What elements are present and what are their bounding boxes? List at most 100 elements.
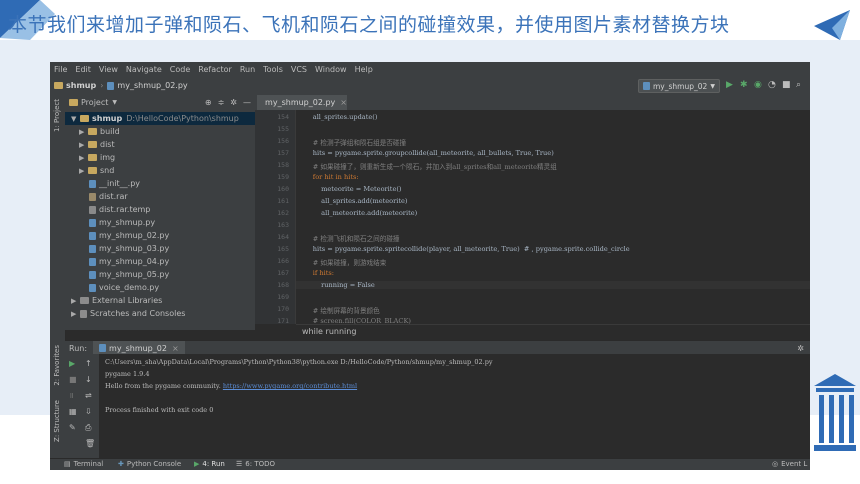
menu-window[interactable]: Window <box>315 65 347 74</box>
search-icon[interactable]: ⌕ <box>796 80 801 90</box>
expand-icon: ▶ <box>79 140 85 149</box>
console-line: Hello from the pygame community. https:/… <box>105 382 357 390</box>
menu-vcs[interactable]: VCS <box>291 65 307 74</box>
tree-file[interactable]: dist.rar.temp <box>89 203 150 216</box>
line-number: 162 <box>277 209 289 217</box>
menu-code[interactable]: Code <box>170 65 190 74</box>
pause-icon[interactable]: ॥ <box>69 392 74 400</box>
python-icon: ✚ <box>118 460 124 468</box>
library-icon <box>80 297 89 304</box>
python-file-icon <box>89 179 96 188</box>
menu-file[interactable]: File <box>54 65 67 74</box>
tree-file[interactable]: __init__.py <box>89 177 140 190</box>
menu-view[interactable]: View <box>99 65 118 74</box>
trash-icon[interactable]: 🗑 <box>85 440 95 448</box>
run-icon[interactable]: ▶ <box>726 80 733 90</box>
print-icon[interactable]: ⎙ <box>85 424 91 432</box>
tree-file[interactable]: my_shmup_04.py <box>89 255 169 268</box>
code-breadcrumb[interactable]: while running <box>296 324 810 337</box>
console-link[interactable]: https://www.pygame.org/contribute.html <box>223 382 357 390</box>
nav-crumb-project[interactable]: shmup <box>54 81 96 90</box>
tree-file[interactable]: my_shmup_05.py <box>89 268 169 281</box>
profile-icon[interactable]: ◔ <box>768 80 776 90</box>
chevron-down-icon: ▼ <box>710 82 715 90</box>
run-tab[interactable]: my_shmup_02 × <box>93 341 185 355</box>
python-file-icon <box>89 231 96 240</box>
event-log-icon: ◎ <box>772 460 779 468</box>
python-file-icon <box>89 218 96 227</box>
stop-icon[interactable]: ■ <box>782 80 791 90</box>
crumb-separator-icon: › <box>100 81 104 90</box>
run-tool-tab[interactable]: ▶ 4: Run <box>194 460 225 468</box>
project-panel-title[interactable]: Project <box>81 98 108 107</box>
todo-icon: ☰ <box>236 460 243 468</box>
line-number: 166 <box>277 257 289 265</box>
hide-panel-icon[interactable]: — <box>243 98 251 107</box>
scratch-icon <box>80 309 87 318</box>
line-number: 161 <box>277 197 289 205</box>
project-tree: ▼ shmup D:\HelloCode\Python\shmup ▶ build… <box>65 110 255 330</box>
menu-refactor[interactable]: Refactor <box>198 65 232 74</box>
terminal-tool-tab[interactable]: ▤ Terminal <box>64 460 103 468</box>
menu-navigate[interactable]: Navigate <box>126 65 162 74</box>
gear-icon[interactable]: ✲ <box>230 98 237 107</box>
nav-crumb-file[interactable]: my_shmup_02.py <box>107 81 188 90</box>
collapse-icon[interactable]: ≑ <box>218 98 225 107</box>
line-number: 157 <box>277 149 289 157</box>
code-line: hits = pygame.sprite.groupcollide(all_me… <box>296 149 554 157</box>
python-console-tool-tab[interactable]: ✚ Python Console <box>118 460 181 468</box>
structure-tool-tab[interactable]: Z: Structure <box>53 400 61 442</box>
pillar-icon <box>814 374 856 451</box>
tree-root[interactable]: ▼ shmup D:\HelloCode\Python\shmup <box>65 112 255 125</box>
python-file-icon <box>89 270 96 279</box>
pin-icon[interactable]: ✎ <box>69 424 76 432</box>
tree-folder[interactable]: ▶ img <box>79 151 115 164</box>
expand-icon: ▶ <box>79 166 85 175</box>
folder-icon <box>88 141 97 148</box>
scroll-to-end-icon[interactable]: ⇩ <box>85 408 92 416</box>
tree-file[interactable]: my_shmup_02.py <box>89 229 169 242</box>
close-icon[interactable]: × <box>172 344 179 353</box>
code-line: for hit in hits: <box>296 173 359 181</box>
stop-icon[interactable]: ■ <box>69 376 77 384</box>
coverage-icon[interactable]: ◉ <box>754 80 762 90</box>
line-number: 156 <box>277 137 289 145</box>
tree-file[interactable]: dist.rar <box>89 190 128 203</box>
run-configuration-select[interactable]: my_shmup_02 ▼ <box>638 79 720 93</box>
code-editor[interactable]: all_sprites.update() # 检测子弹组和陨石组是否碰撞 hit… <box>296 110 810 325</box>
tree-scratches[interactable]: ▶ Scratches and Consoles <box>71 307 185 320</box>
todo-tool-tab[interactable]: ☰ 6: TODO <box>236 460 275 468</box>
tree-folder[interactable]: ▶ snd <box>79 164 114 177</box>
debug-icon[interactable]: ✱ <box>740 80 748 90</box>
python-file-icon <box>89 244 96 253</box>
chevron-down-icon[interactable]: ▼ <box>112 99 117 106</box>
menu-run[interactable]: Run <box>240 65 255 74</box>
menu-tools[interactable]: Tools <box>263 65 283 74</box>
folder-icon <box>88 128 97 135</box>
arrow-down-icon[interactable]: ↓ <box>85 376 92 384</box>
favorites-tool-tab[interactable]: 2: Favorites <box>53 345 61 386</box>
tree-folder[interactable]: ▶ build <box>79 125 120 138</box>
tree-file[interactable]: my_shmup_03.py <box>89 242 169 255</box>
layout-icon[interactable]: ▦ <box>69 408 77 416</box>
menu-help[interactable]: Help <box>355 65 373 74</box>
tree-file[interactable]: voice_demo.py <box>89 281 159 294</box>
line-number-gutter: 154 155 156 157 158 159 160 161 162 163 … <box>255 110 296 325</box>
console-line: Process finished with exit code 0 <box>105 406 214 414</box>
project-tool-tab[interactable]: 1: Project <box>53 99 61 132</box>
soft-wrap-icon[interactable]: ⇌ <box>85 392 92 400</box>
arrow-up-icon[interactable]: ↑ <box>85 360 92 368</box>
code-comment: # 如果碰撞了，则重新生成一个陨石，并加入到all_sprites和all_me… <box>296 163 557 171</box>
line-number: 163 <box>277 221 289 229</box>
run-console[interactable]: C:\Users\m_sha\AppData\Local\Programs\Py… <box>99 354 810 458</box>
menu-edit[interactable]: Edit <box>75 65 91 74</box>
locate-icon[interactable]: ⊕ <box>205 98 212 107</box>
tree-external-libraries[interactable]: ▶ External Libraries <box>71 294 162 307</box>
gear-icon[interactable]: ✲ <box>797 344 804 353</box>
line-number: 159 <box>277 173 289 181</box>
tree-file[interactable]: my_shmup.py <box>89 216 155 229</box>
rerun-icon[interactable]: ▶ <box>69 360 75 368</box>
close-icon[interactable]: × <box>340 98 347 107</box>
tree-folder[interactable]: ▶ dist <box>79 138 115 151</box>
event-log-tool-tab[interactable]: ◎ Event L <box>772 460 807 468</box>
